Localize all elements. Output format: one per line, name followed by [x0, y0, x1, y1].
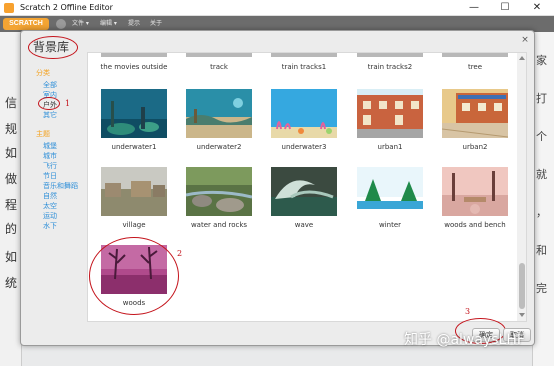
scroll-thumb[interactable] — [519, 263, 525, 309]
theme-music-dance[interactable]: 音乐和舞蹈 — [43, 181, 78, 191]
menu-tips[interactable]: 提示 — [128, 19, 140, 29]
annotation-circle-title — [28, 36, 78, 59]
theme-header: 主题 — [36, 130, 50, 138]
backdrop-label[interactable]: track — [179, 63, 259, 71]
theme-underwater[interactable]: 水下 — [43, 221, 57, 231]
backdrop-label: water and rocks — [190, 221, 248, 229]
annotation-circle-woods — [89, 237, 179, 315]
village-thumbnail — [101, 167, 167, 216]
backdrop-label: wave — [294, 221, 314, 229]
winter-thumbnail — [357, 167, 423, 216]
window-title-bar: Scratch 2 Offline Editor — ☐ ✕ — [0, 0, 554, 16]
underwater1-thumbnail — [101, 89, 167, 138]
annotation-number-3: 3 — [465, 307, 471, 316]
backdrop-label[interactable]: train tracks1 — [264, 63, 344, 71]
annotation-number-2: 2 — [177, 249, 183, 258]
background-article-right: 家 打 个 就 ， 和 完 — [532, 32, 554, 366]
language-globe-icon[interactable] — [56, 19, 66, 29]
backdrop-label: woods and bench — [444, 221, 506, 229]
theme-holiday[interactable]: 节日 — [43, 171, 57, 181]
minimize-button[interactable]: — — [459, 0, 489, 16]
scratch-app-icon — [4, 3, 14, 13]
grid-scrollbar[interactable] — [517, 53, 526, 321]
wave-thumbnail — [271, 167, 337, 216]
scroll-up-arrow-icon[interactable] — [519, 56, 525, 60]
woods-and-bench-thumbnail — [442, 167, 508, 216]
menu-edit[interactable]: 编辑 ▾ — [100, 19, 117, 29]
theme-space[interactable]: 太空 — [43, 201, 57, 211]
theme-nature[interactable]: 自然 — [43, 191, 57, 201]
theme-city[interactable]: 城市 — [43, 151, 57, 161]
category-other[interactable]: 其它 — [43, 110, 57, 120]
underwater3-thumbnail — [271, 89, 337, 138]
maximize-button[interactable]: ☐ — [490, 0, 520, 16]
menu-file[interactable]: 文件 ▾ — [72, 19, 89, 29]
backdrop-library-dialog: 背景库 × 分类 全部 室内 户外 其它 1 主题 城堡 城市 飞行 节日 音乐… — [20, 30, 535, 346]
backdrop-label[interactable]: tree — [435, 63, 515, 71]
zhihu-watermark: 知乎 @alwaysLHF — [404, 332, 525, 348]
menu-about[interactable]: 关于 — [150, 19, 162, 29]
category-header: 分类 — [36, 69, 50, 77]
close-window-button[interactable]: ✕ — [522, 0, 552, 16]
window-title: Scratch 2 Offline Editor — [20, 3, 113, 12]
background-article-left: 信 规 如 做 程 的 如 统 — [0, 32, 22, 366]
backdrop-label: village — [122, 221, 146, 229]
backdrop-label: underwater1 — [111, 143, 157, 151]
backdrop-grid: the movies outside track train tracks1 t… — [87, 52, 527, 322]
theme-sports[interactable]: 运动 — [43, 211, 57, 221]
backdrop-label: winter — [378, 221, 402, 229]
backdrop-label: urban2 — [462, 143, 488, 151]
water-and-rocks-thumbnail — [186, 167, 252, 216]
urban1-thumbnail — [357, 89, 423, 138]
backdrop-label: underwater2 — [196, 143, 242, 151]
backdrop-label: urban1 — [377, 143, 403, 151]
backdrop-label[interactable]: train tracks2 — [350, 63, 430, 71]
theme-castle[interactable]: 城堡 — [43, 141, 57, 151]
annotation-number-1: 1 — [65, 99, 71, 108]
annotation-circle-outdoors — [38, 97, 60, 110]
backdrop-label[interactable]: the movies outside — [94, 63, 174, 71]
category-all[interactable]: 全部 — [43, 80, 57, 90]
scroll-down-arrow-icon[interactable] — [519, 313, 525, 317]
urban2-thumbnail — [442, 89, 508, 138]
dialog-close-button[interactable]: × — [520, 35, 530, 45]
scratch-logo[interactable]: SCRATCH — [3, 18, 49, 30]
theme-flying[interactable]: 飞行 — [43, 161, 57, 171]
backdrop-label: underwater3 — [281, 143, 327, 151]
underwater2-thumbnail — [186, 89, 252, 138]
